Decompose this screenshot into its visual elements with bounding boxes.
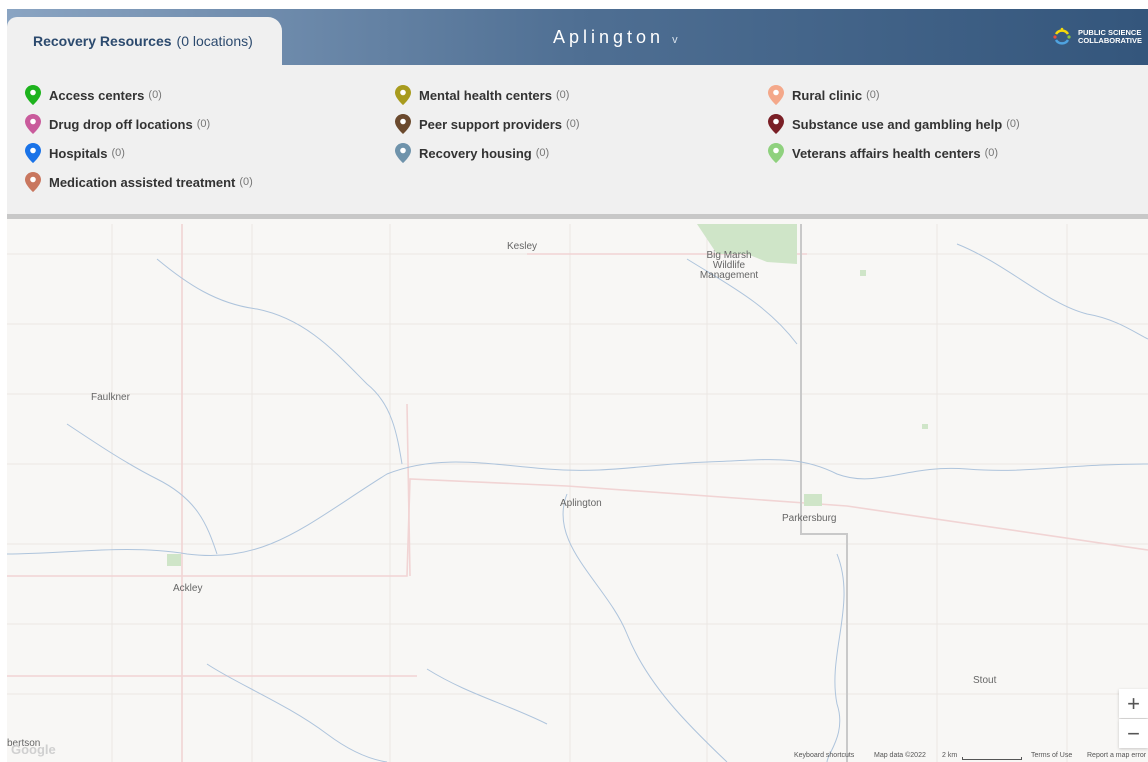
zoom-in-button[interactable]: + bbox=[1119, 689, 1148, 718]
legend-count: (0) bbox=[239, 176, 253, 188]
legend-label: Recovery housing bbox=[419, 145, 532, 161]
zoom-out-button[interactable]: − bbox=[1119, 719, 1148, 748]
tab-recovery-resources[interactable]: Recovery Resources (0 locations) bbox=[7, 17, 282, 65]
map-pin-icon bbox=[768, 143, 784, 163]
tab-title: Recovery Resources bbox=[33, 33, 172, 49]
town-selector[interactable]: Aplington v bbox=[553, 27, 678, 48]
legend-label: Medication assisted treatment bbox=[49, 174, 236, 190]
map-pin-icon bbox=[395, 114, 411, 134]
legend-label: Veterans affairs health centers bbox=[792, 145, 981, 161]
legend-item-substance-use-gambling-help[interactable]: Substance use and gambling help (0) bbox=[768, 114, 1020, 134]
legend-count: (0) bbox=[566, 118, 580, 130]
public-science-collaborative-logo[interactable]: PUBLIC SCIENCE COLLABORATIVE bbox=[1051, 26, 1142, 48]
legend-item-peer-support-providers[interactable]: Peer support providers (0) bbox=[395, 114, 580, 134]
keyboard-shortcuts-link[interactable]: Keyboard shortcuts bbox=[794, 752, 854, 759]
map-pin-icon bbox=[25, 85, 41, 105]
legend-item-mental-health-centers[interactable]: Mental health centers (0) bbox=[395, 85, 569, 105]
legend-item-veterans-affairs[interactable]: Veterans affairs health centers (0) bbox=[768, 143, 998, 163]
header-bar: Recovery Resources (0 locations) Aplingt… bbox=[7, 9, 1148, 65]
map-pin-icon bbox=[25, 143, 41, 163]
terms-of-use-link[interactable]: Terms of Use bbox=[1031, 752, 1072, 759]
legend-count: (0) bbox=[148, 89, 162, 101]
legend-label: Mental health centers bbox=[419, 87, 552, 103]
legend-item-medication-assisted-treatment[interactable]: Medication assisted treatment (0) bbox=[25, 172, 253, 192]
legend-item-rural-clinic[interactable]: Rural clinic (0) bbox=[768, 85, 880, 105]
place-label-ackley: Ackley bbox=[173, 583, 203, 594]
place-label-faulkner: Faulkner bbox=[91, 392, 130, 403]
legend-count: (0) bbox=[984, 147, 999, 159]
place-label-stout: Stout bbox=[973, 675, 997, 686]
map-pin-icon bbox=[395, 85, 411, 105]
legend-count: (0) bbox=[1006, 118, 1020, 130]
legend-count: (0) bbox=[535, 147, 550, 159]
map-pin-icon bbox=[25, 114, 41, 134]
place-label-aplington: Aplington bbox=[560, 498, 602, 509]
logo-line-2: COLLABORATIVE bbox=[1078, 36, 1143, 45]
town-name: Aplington bbox=[553, 27, 665, 47]
tab-location-count: (0 locations) bbox=[176, 33, 253, 49]
google-logo: Google bbox=[11, 742, 56, 757]
legend-label: Access centers bbox=[49, 87, 145, 103]
logo-text: PUBLIC SCIENCE COLLABORATIVE bbox=[1078, 29, 1142, 45]
legend-count: (0) bbox=[866, 89, 880, 101]
legend-panel: Access centers (0) Drug drop off locatio… bbox=[7, 65, 1148, 219]
legend-count: (0) bbox=[111, 147, 125, 159]
place-label-parkersburg: Parkersburg bbox=[782, 513, 837, 524]
map-pin-icon bbox=[768, 114, 784, 134]
map-pin-icon bbox=[395, 143, 411, 163]
map-canvas[interactable]: Kesley Big Marsh Wildlife Management Fau… bbox=[7, 224, 1148, 762]
legend-count: (0) bbox=[555, 89, 570, 101]
scale-label[interactable]: 2 km bbox=[942, 752, 957, 759]
logo-icon bbox=[1053, 27, 1071, 45]
place-label-big-marsh: Big Marsh Wildlife Management bbox=[699, 250, 759, 281]
legend-label: Drug drop off locations bbox=[49, 116, 193, 132]
map-pin-icon bbox=[25, 172, 41, 192]
legend-label: Rural clinic bbox=[792, 87, 863, 103]
map-pin-icon bbox=[768, 85, 784, 105]
place-label-kesley: Kesley bbox=[507, 241, 538, 252]
legend-label: Peer support providers bbox=[419, 116, 563, 132]
scale-bar bbox=[962, 757, 1022, 760]
map-data-attribution: Map data ©2022 bbox=[874, 752, 926, 759]
legend-item-hospitals[interactable]: Hospitals (0) bbox=[25, 143, 125, 163]
legend-count: (0) bbox=[196, 118, 211, 130]
legend-item-drug-drop-off[interactable]: Drug drop off locations (0) bbox=[25, 114, 210, 134]
app: Recovery Resources (0 locations) Aplingt… bbox=[7, 9, 1148, 762]
legend-item-recovery-housing[interactable]: Recovery housing (0) bbox=[395, 143, 549, 163]
report-map-error-link[interactable]: Report a map error bbox=[1087, 752, 1146, 759]
legend-item-access-centers[interactable]: Access centers (0) bbox=[25, 85, 162, 105]
legend-label: Substance use and gambling help bbox=[792, 116, 1003, 132]
legend-label: Hospitals bbox=[49, 145, 108, 161]
chevron-down-icon: v bbox=[672, 34, 678, 46]
